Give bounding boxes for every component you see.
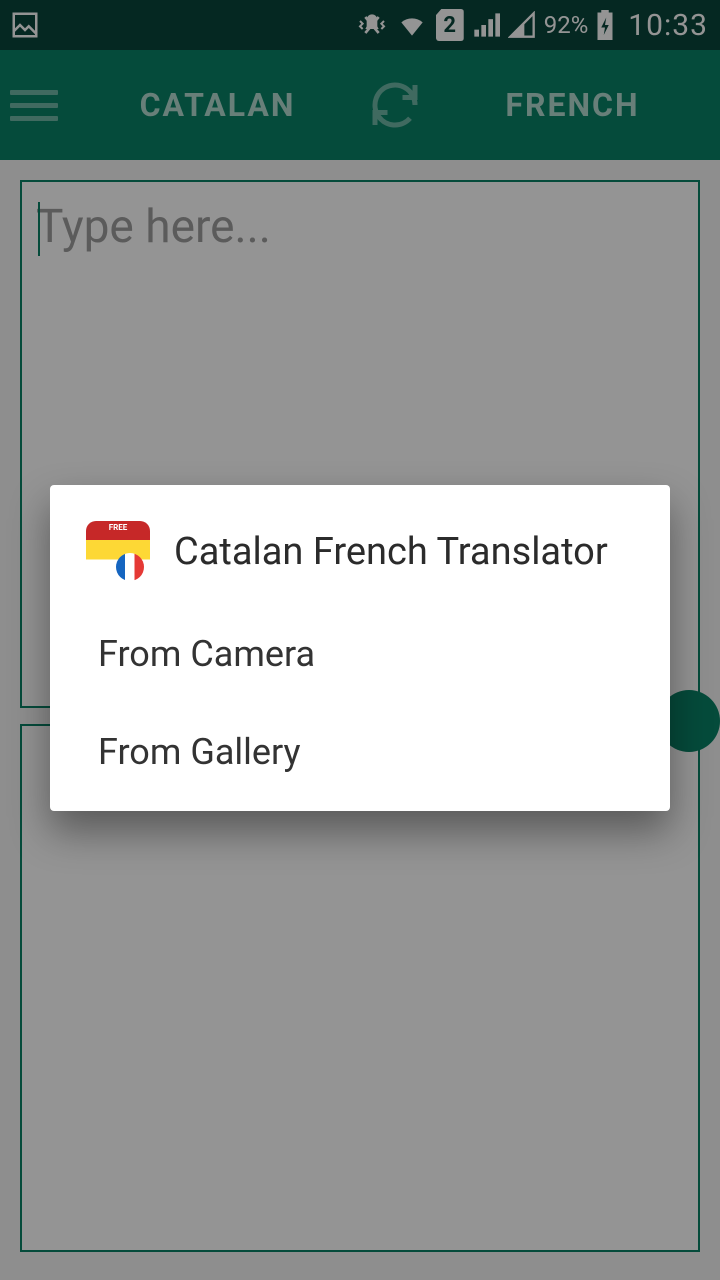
app-icon bbox=[86, 521, 150, 585]
dialog-title: Catalan French Translator bbox=[174, 529, 608, 577]
image-source-dialog: Catalan French Translator From Camera Fr… bbox=[50, 485, 670, 811]
dialog-header: Catalan French Translator bbox=[50, 485, 670, 605]
option-from-camera[interactable]: From Camera bbox=[50, 605, 670, 703]
option-from-gallery[interactable]: From Gallery bbox=[50, 703, 670, 801]
